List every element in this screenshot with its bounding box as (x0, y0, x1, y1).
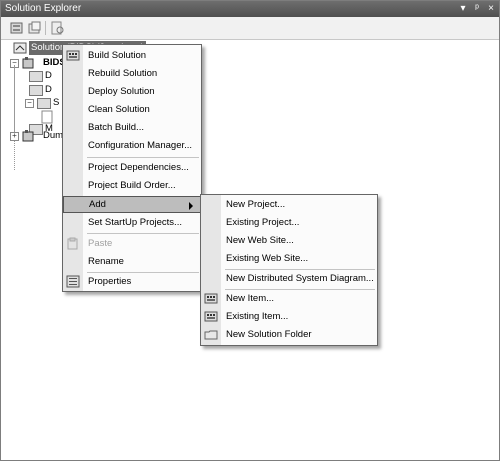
menu-item-rebuild-solution[interactable]: Rebuild Solution (63, 65, 201, 83)
context-menu: Build Solution Rebuild Solution Deploy S… (62, 44, 202, 292)
project-icon (22, 130, 34, 142)
menu-separator (87, 157, 199, 158)
properties-icon (66, 275, 80, 288)
auto-hide-pin-icon[interactable]: ᵖ (470, 2, 484, 16)
close-icon[interactable]: × (484, 2, 498, 16)
menu-item-build-solution[interactable]: Build Solution (63, 47, 201, 65)
menu-item-clean-solution[interactable]: Clean Solution (63, 101, 201, 119)
folder-icon (204, 330, 218, 340)
menu-item-rename[interactable]: Rename (63, 253, 201, 271)
menu-item-configuration-manager[interactable]: Configuration Manager... (63, 137, 201, 155)
folder-label: D (45, 84, 52, 95)
project-icon (22, 57, 34, 69)
menu-item-new-project[interactable]: New Project... (201, 196, 377, 214)
menu-item-new-item[interactable]: New Item... (201, 290, 377, 308)
menu-item-paste: Paste (63, 235, 201, 253)
build-icon (66, 50, 80, 61)
window-position-icon[interactable]: ▾ (456, 2, 470, 16)
new-item-icon (204, 293, 218, 304)
menu-item-existing-web-site[interactable]: Existing Web Site... (201, 250, 377, 268)
menu-item-batch-build[interactable]: Batch Build... (63, 119, 201, 137)
collapse-toggle[interactable]: + (10, 132, 19, 141)
properties-tool-icon[interactable] (9, 20, 25, 36)
folder-label: S (53, 97, 60, 108)
paste-icon (67, 237, 78, 250)
menu-item-new-solution-folder[interactable]: New Solution Folder (201, 326, 377, 344)
show-all-files-icon[interactable] (27, 20, 43, 36)
folder-label: D (45, 70, 52, 81)
menu-item-project-build-order[interactable]: Project Build Order... (63, 177, 201, 195)
menu-item-properties[interactable]: Properties (63, 273, 201, 291)
menu-item-set-startup-projects[interactable]: Set StartUp Projects... (63, 214, 201, 232)
tree-guide-line (14, 65, 16, 170)
menu-item-new-web-site[interactable]: New Web Site... (201, 232, 377, 250)
menu-separator (87, 233, 199, 234)
solution-icon (13, 42, 27, 54)
folder-icon (29, 85, 43, 96)
existing-item-icon (204, 311, 218, 322)
title-bar: Solution Explorer ▾ ᵖ × (1, 1, 499, 17)
menu-item-add[interactable]: Add (63, 196, 201, 213)
menu-item-new-distributed-system-diagram[interactable]: New Distributed System Diagram... (201, 270, 377, 288)
submenu-arrow-icon (189, 202, 193, 210)
menu-item-existing-project[interactable]: Existing Project... (201, 214, 377, 232)
expand-toggle[interactable]: − (25, 99, 34, 108)
menu-item-existing-item[interactable]: Existing Item... (201, 308, 377, 326)
menu-item-deploy-solution[interactable]: Deploy Solution (63, 83, 201, 101)
window-title: Solution Explorer (5, 3, 82, 14)
menu-item-project-dependencies[interactable]: Project Dependencies... (63, 159, 201, 177)
add-submenu: New Project... Existing Project... New W… (200, 194, 378, 346)
toolbar (1, 17, 499, 40)
toolbar-separator (45, 21, 46, 35)
folder-icon (29, 71, 43, 82)
folder-icon (37, 98, 51, 109)
view-code-icon[interactable] (49, 20, 65, 36)
